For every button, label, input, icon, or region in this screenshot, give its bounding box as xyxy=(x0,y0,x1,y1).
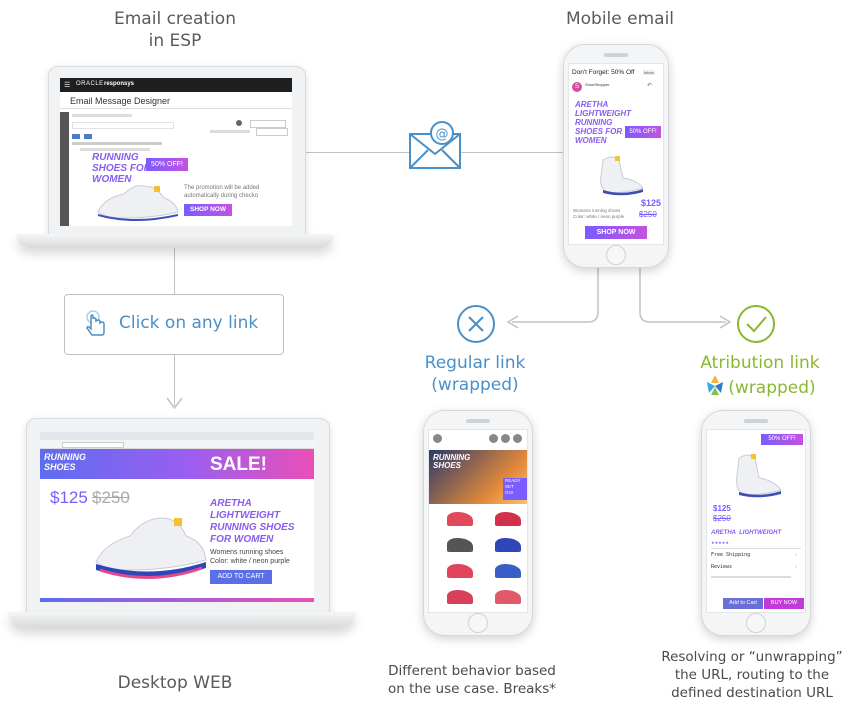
desktop-price: $125 xyxy=(50,488,88,507)
attribution-link-phone: 50% OFF! $125 $250 ARETHA LIGHTWEIGHT ★★… xyxy=(701,410,811,636)
attr-buy-now-button[interactable]: BUY NOW xyxy=(764,598,804,609)
inbox-tag: Inbox xyxy=(643,70,655,75)
mobile-old-price: $250 xyxy=(639,210,657,219)
product-grid xyxy=(429,508,527,612)
attr-old-price: $250 xyxy=(713,514,731,523)
branch-connectors xyxy=(506,268,732,329)
sender-avatar: S xyxy=(572,82,582,92)
chevron-right-icon: › xyxy=(795,552,797,558)
svg-text:@: @ xyxy=(436,127,449,142)
designer-title: Email Message Designer xyxy=(70,96,171,106)
attr-badge: 50% OFF! xyxy=(761,434,803,445)
menu-icon[interactable]: ☰ xyxy=(64,81,70,89)
regular-link-phone: RUNNING SHOES READY SET GO! xyxy=(423,410,533,636)
esp-shoe-image xyxy=(94,178,180,226)
esp-note: The promotion will be added automatically… xyxy=(184,185,260,199)
mobile-email-phone: Don't Forget: 50% Off Inbox S ShoeShoppe… xyxy=(563,44,669,268)
esp-screen: ☰ ORACLE responsys Email Message Designe… xyxy=(60,78,292,226)
responsys-logo: responsys xyxy=(104,81,135,87)
esp-side-toolbar xyxy=(60,112,69,226)
attr-product: ARETHA LIGHTWEIGHT xyxy=(711,530,782,536)
mobile-desc: Womens running shoes Color: white / neon … xyxy=(573,208,625,219)
desktop-shoe-image xyxy=(90,504,210,589)
attr-add-to-cart-button[interactable]: Add to Cart xyxy=(723,598,763,609)
desktop-add-to-cart-button[interactable]: ADD TO CART xyxy=(210,570,272,584)
attr-reviews[interactable]: Reviews xyxy=(711,564,732,570)
caption-email-creation: Email creation in ESP xyxy=(114,9,236,51)
connector-esp-down xyxy=(174,248,175,294)
desktop-desc: Womens running shoes Color: white / neon … xyxy=(210,549,290,565)
reply-icon[interactable]: ↶ xyxy=(647,82,652,89)
mobile-shop-now-button[interactable]: SHOP NOW xyxy=(585,226,647,239)
broken-link-x-icon xyxy=(456,304,496,349)
email-subject: Don't Forget: 50% Off xyxy=(572,69,635,76)
desktop-screen: RUNNING SHOES SALE! $125 $250 ARETHA LIGHT… xyxy=(40,432,314,602)
mobile-headline: ARETHA LIGHTWEIGHT RUNNING SHOES FOR WOMEN xyxy=(575,100,631,145)
oracle-logo: ORACLE xyxy=(76,81,104,87)
regular-link-screen: RUNNING SHOES READY SET GO! xyxy=(428,429,528,613)
esp-badge: 50% OFF! xyxy=(146,158,188,171)
esp-laptop-base xyxy=(16,234,334,248)
attr-price: $125 xyxy=(713,504,731,513)
caption-desktop-web: Desktop WEB xyxy=(117,673,233,693)
desktop-banner-title: RUNNING SHOES xyxy=(44,452,86,472)
attribution-screen: 50% OFF! $125 $250 ARETHA LIGHTWEIGHT ★★… xyxy=(706,429,806,613)
attr-shoe-image xyxy=(729,450,785,505)
attribution-logo-icon xyxy=(704,374,726,402)
caption-regular-note: Different behavior based on the use case.… xyxy=(387,663,557,697)
desktop-product-title: ARETHA LIGHTWEIGHT RUNNING SHOES FOR WOMEN xyxy=(210,498,295,545)
esp-gear-icon[interactable] xyxy=(236,120,242,126)
regular-banner-title: RUNNING SHOES xyxy=(433,453,471,470)
mobile-email-screen: Don't Forget: 50% Off Inbox S ShoeShoppe… xyxy=(568,63,664,245)
click-link-step: Click on any link xyxy=(64,294,284,355)
caption-mobile-email: Mobile email xyxy=(565,9,675,29)
desktop-sale: SALE! xyxy=(210,454,267,475)
caption-attribution-link: Atribution link (wrapped) xyxy=(680,352,840,402)
desktop-laptop-base xyxy=(8,612,356,628)
attr-shipping[interactable]: Free Shipping xyxy=(711,552,750,558)
pointer-hand-icon xyxy=(81,309,111,344)
success-check-icon xyxy=(736,304,776,349)
regular-banner-ready: READY SET GO! xyxy=(503,478,527,500)
chevron-right-icon: › xyxy=(795,564,797,570)
mobile-shoe-image xyxy=(593,152,647,201)
email-envelope-icon: @ xyxy=(408,120,462,177)
esp-shop-now-button[interactable]: SHOP NOW xyxy=(184,204,232,216)
arrow-down-icon xyxy=(166,396,183,415)
mobile-price: $125 xyxy=(641,198,662,208)
mobile-badge: 50% OFF! xyxy=(625,126,661,138)
caption-regular-link: Regular link (wrapped) xyxy=(424,353,526,395)
caption-attribution-note: Resolving or “unwrapping” the URL, routin… xyxy=(661,649,843,701)
sender-name: ShoeShopper xyxy=(585,82,610,87)
click-link-label: Click on any link xyxy=(119,313,259,333)
